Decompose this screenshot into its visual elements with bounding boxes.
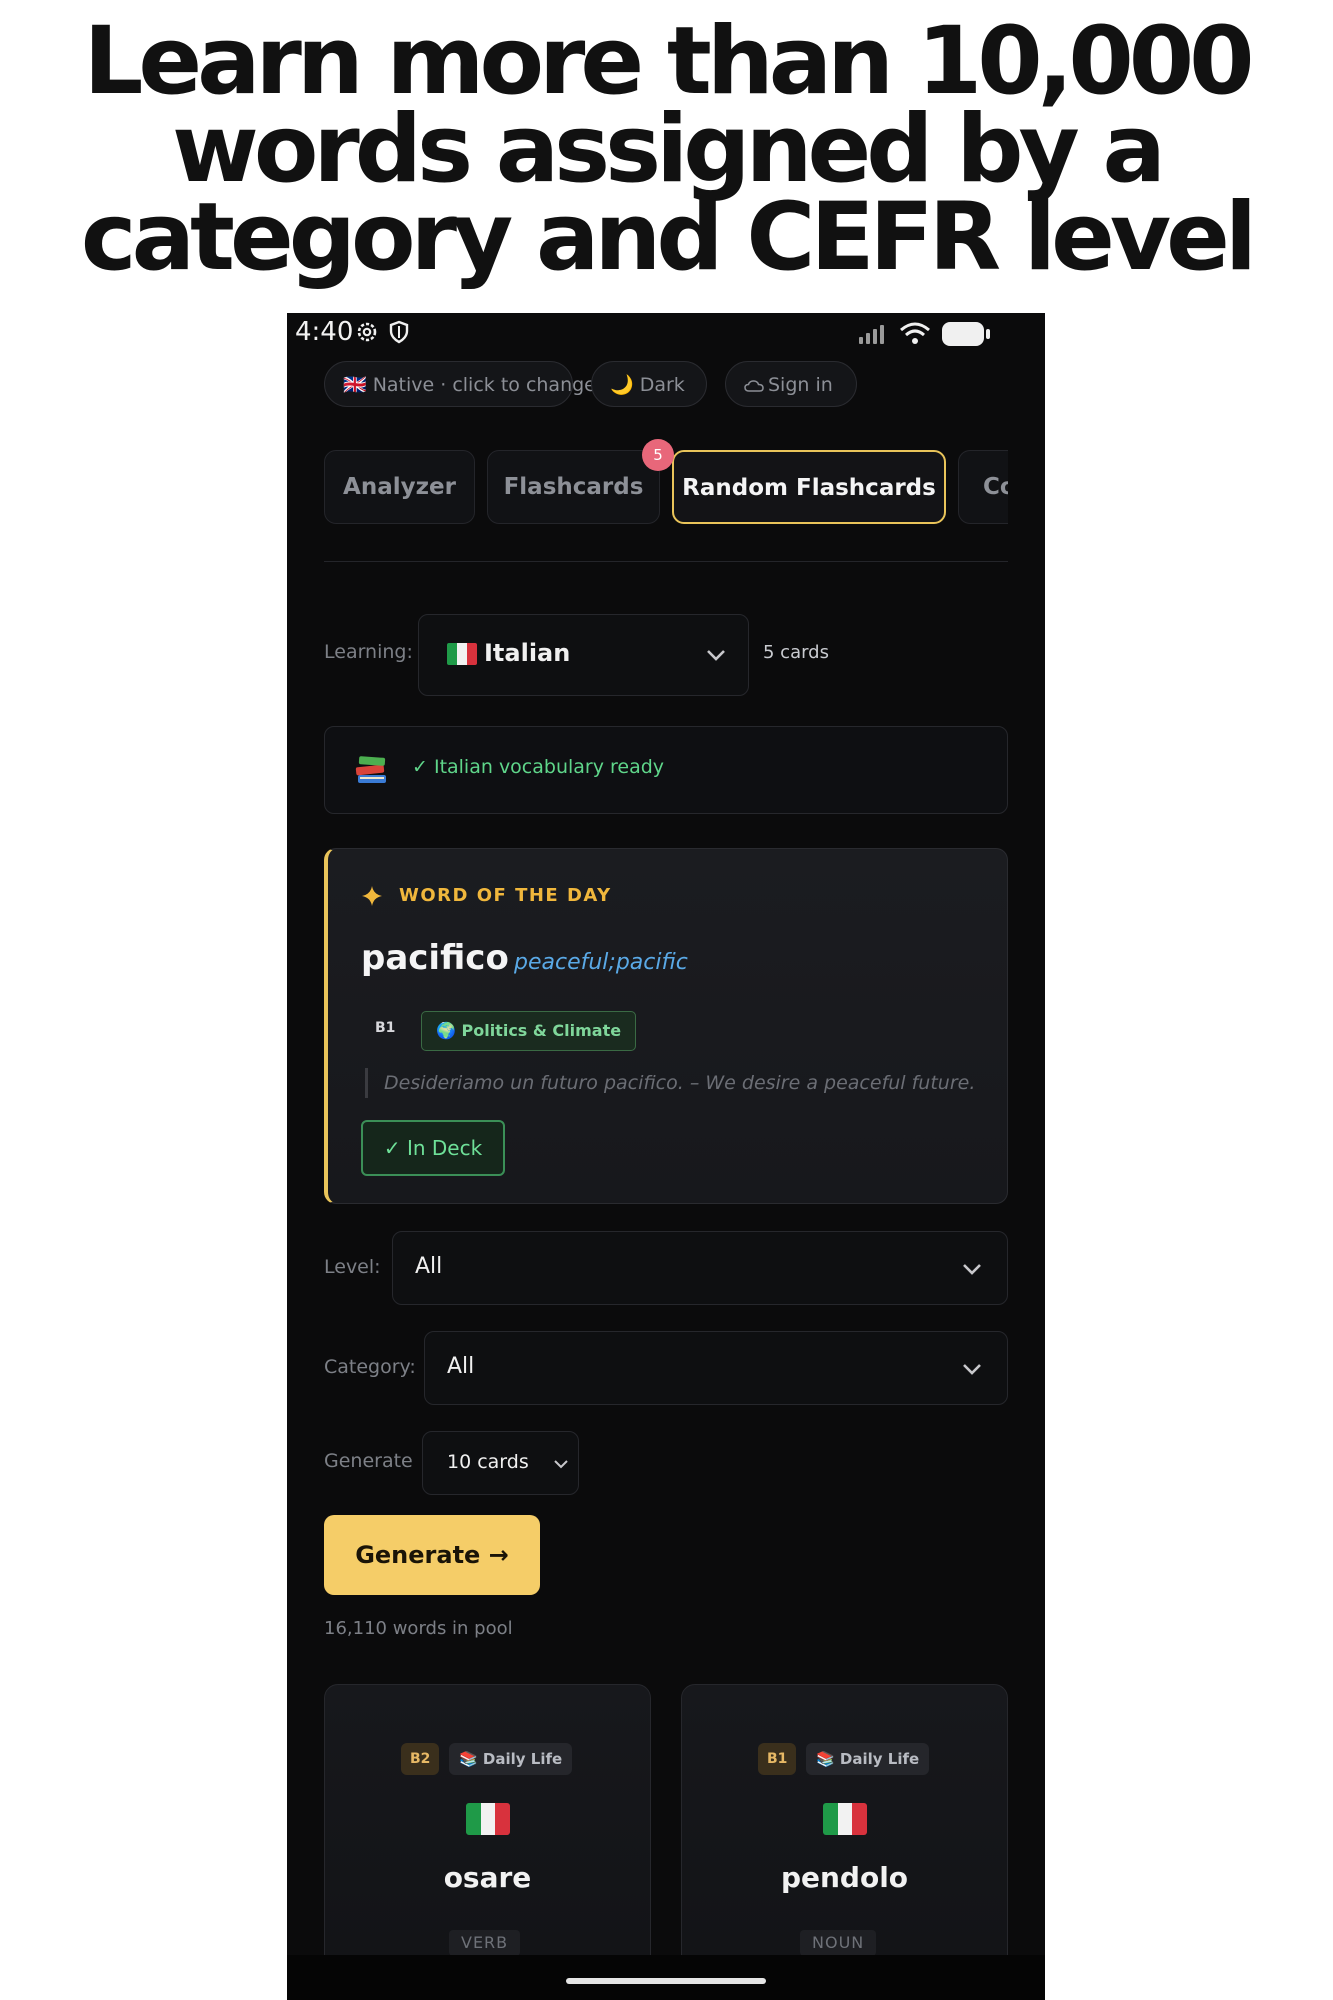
vocabulary-status-box: ✓ Italian vocabulary ready [324, 726, 1008, 814]
tab-analyzer[interactable]: Analyzer [324, 450, 475, 524]
headline-line-1: Learn more than 10,000 [83, 7, 1254, 116]
status-bar: 4:40 [287, 313, 1045, 357]
card-word: pendolo [780, 1861, 909, 1894]
generate-button[interactable]: Generate → [324, 1515, 540, 1595]
level-filter-select[interactable]: All [392, 1231, 1008, 1305]
level-filter-label: Level: [324, 1256, 381, 1278]
tab-more[interactable]: Co [958, 450, 1008, 524]
signal-icon [859, 325, 884, 344]
phone-screen: 4:40 🇬🇧 Native · click to change 🌙 Dark … [287, 313, 1045, 2000]
chevron-down-icon [707, 650, 725, 661]
cloud-icon [744, 379, 764, 392]
word-of-the-day-card: WORD OF THE DAY pacifico peaceful;pacifi… [324, 848, 1008, 1204]
category-filter-value: All [447, 1354, 475, 1379]
headline: Learn more than 10,000 words assigned by… [0, 7, 1333, 292]
category-filter-label: Category: [324, 1356, 416, 1378]
card-word: osare [443, 1861, 532, 1894]
native-language-label: 🇬🇧 Native · click to change [343, 374, 596, 396]
category-filter-select[interactable]: All [424, 1331, 1008, 1405]
word-of-the-day-heading: WORD OF THE DAY [399, 885, 612, 906]
vocabulary-status-text: ✓ Italian vocabulary ready [412, 756, 665, 778]
card-category-badge: 📚 Daily Life [806, 1743, 930, 1775]
tab-more-label: Co [983, 474, 1008, 500]
word-of-the-day-word: pacifico [361, 938, 509, 978]
learning-language-value: Italian [484, 639, 571, 667]
learning-label: Learning: [324, 641, 413, 663]
generate-count-value: 10 cards [447, 1451, 529, 1473]
status-time: 4:40 [295, 317, 354, 347]
level-filter-value: All [415, 1254, 443, 1279]
chevron-down-icon [554, 1460, 568, 1469]
sparkle-icon [362, 886, 382, 906]
word-of-the-day-translation: peaceful;pacific [514, 950, 688, 975]
settings-gear-icon [357, 322, 377, 342]
wifi-icon [900, 322, 930, 344]
tab-random-flashcards[interactable]: Random Flashcards [672, 450, 946, 524]
in-deck-button[interactable]: ✓ In Deck [361, 1120, 505, 1176]
word-of-the-day-category: 🌍 Politics & Climate [421, 1011, 637, 1051]
example-quote-bar [365, 1068, 368, 1098]
generate-count-label: Generate [324, 1450, 413, 1472]
card-part-of-speech: NOUN [800, 1930, 877, 1956]
sign-in-button[interactable]: Sign in [725, 361, 857, 407]
native-language-pill[interactable]: 🇬🇧 Native · click to change [324, 361, 596, 407]
tabs-divider [324, 561, 1008, 562]
chevron-down-icon [963, 1364, 981, 1375]
books-icon [355, 756, 386, 783]
tab-random-flashcards-label: Random Flashcards [682, 475, 936, 501]
cards-count: 5 cards [763, 642, 829, 663]
headline-line-2: words assigned by a [172, 95, 1166, 204]
pool-count-text: 16,110 words in pool [324, 1618, 513, 1639]
learning-language-select[interactable]: Italian [418, 614, 749, 696]
generate-button-label: Generate → [355, 1541, 509, 1569]
word-of-the-day-level: B1 [375, 1020, 396, 1036]
card-level-badge: B1 [758, 1743, 797, 1775]
card-level-badge: B2 [401, 1743, 440, 1775]
battery-icon [942, 322, 990, 346]
tab-flashcards[interactable]: Flashcards [487, 450, 660, 524]
sign-in-label: Sign in [768, 374, 833, 396]
italy-flag-icon [823, 1803, 867, 1835]
dark-mode-label: 🌙 Dark [610, 374, 685, 396]
shield-icon [389, 320, 409, 344]
card-part-of-speech: VERB [449, 1930, 521, 1956]
word-of-the-day-example: Desideriamo un futuro pacifico. – We des… [384, 1072, 976, 1094]
flashcard-preview[interactable]: B2 📚 Daily Life osare VERB [324, 1684, 651, 2000]
tab-analyzer-label: Analyzer [343, 474, 456, 500]
home-indicator[interactable] [566, 1978, 766, 1984]
flashcard-preview[interactable]: B1 📚 Daily Life pendolo NOUN [681, 1684, 1008, 2000]
headline-line-3: category and CEFR level [80, 183, 1257, 292]
tab-flashcards-label: Flashcards [503, 474, 644, 500]
in-deck-label: ✓ In Deck [383, 1136, 483, 1160]
card-category-badge: 📚 Daily Life [449, 1743, 573, 1775]
dark-mode-toggle[interactable]: 🌙 Dark [591, 361, 707, 407]
generate-count-select[interactable]: 10 cards [422, 1431, 579, 1495]
italy-flag-icon [447, 643, 477, 665]
chevron-down-icon [963, 1264, 981, 1275]
flashcards-count-badge: 5 [642, 439, 674, 471]
italy-flag-icon [466, 1803, 510, 1835]
